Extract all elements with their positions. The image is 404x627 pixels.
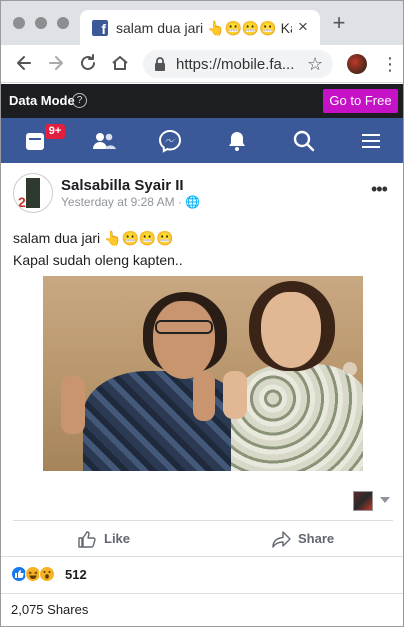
chevron-down-icon[interactable] xyxy=(380,497,390,503)
post-more-options-button[interactable]: ••• xyxy=(371,180,388,198)
tab-title: salam dua jari 👆😬😬😬 Kapal xyxy=(116,20,292,36)
menu-icon xyxy=(362,134,380,148)
author-avatar[interactable]: 2 xyxy=(13,173,53,213)
post-photo[interactable] xyxy=(43,276,363,471)
browser-tab[interactable]: f salam dua jari 👆😬😬😬 Kapal × xyxy=(80,10,320,45)
shares-count[interactable]: 2,075 Shares xyxy=(11,602,88,617)
help-icon[interactable]: ? xyxy=(72,93,87,108)
reaction-count[interactable]: 512 xyxy=(65,567,87,582)
back-icon[interactable] xyxy=(13,52,35,74)
share-as-avatar[interactable] xyxy=(353,491,373,511)
window-zoom-dot[interactable] xyxy=(57,17,69,29)
bookmark-star-icon[interactable]: ☆ xyxy=(307,53,323,75)
post-text-line1: salam dua jari 👆😬😬😬 xyxy=(13,230,174,246)
divider xyxy=(13,520,393,521)
browser-menu-icon[interactable]: ⋮ xyxy=(381,53,399,75)
nav-home[interactable]: 9+ xyxy=(11,118,65,163)
share-label: Share xyxy=(298,531,335,546)
notifications-bell-icon xyxy=(229,132,245,151)
share-button[interactable]: Share xyxy=(272,527,352,551)
lock-icon xyxy=(155,57,165,71)
facebook-favicon-icon: f xyxy=(92,20,108,36)
nav-friends[interactable] xyxy=(78,118,128,163)
new-tab-button[interactable]: + xyxy=(329,12,349,34)
divider xyxy=(1,593,403,594)
profile-avatar-icon[interactable] xyxy=(347,54,367,74)
wow-reaction-icon[interactable] xyxy=(39,566,55,582)
address-bar[interactable]: https://mobile.fa... ☆ xyxy=(143,50,333,78)
window-close-dot[interactable] xyxy=(13,17,25,29)
home-button-icon[interactable] xyxy=(109,52,131,74)
window-minimize-dot[interactable] xyxy=(35,17,47,29)
notification-count-badge: 9+ xyxy=(45,124,65,139)
tab-strip: f salam dua jari 👆😬😬😬 Kapal × + xyxy=(1,1,403,45)
friends-icon xyxy=(93,133,116,149)
like-label: Like xyxy=(104,531,131,546)
nav-search[interactable] xyxy=(279,118,329,163)
browser-toolbar: https://mobile.fa... ☆ ⋮ xyxy=(1,45,403,83)
reload-icon[interactable] xyxy=(77,52,99,74)
go-to-free-button[interactable]: Go to Free xyxy=(323,89,398,113)
share-arrow-icon xyxy=(272,531,291,548)
divider xyxy=(1,556,403,557)
nav-menu[interactable] xyxy=(346,118,396,163)
nav-notifications[interactable] xyxy=(212,118,262,163)
search-icon xyxy=(293,130,315,152)
nav-messenger[interactable] xyxy=(145,118,195,163)
post-text-line2: Kapal sudah oleng kapten.. xyxy=(13,252,183,268)
facebook-nav-bar: 9+ xyxy=(1,118,403,163)
url-text[interactable]: https://mobile.fa... xyxy=(176,56,306,73)
tab-close-button[interactable]: × xyxy=(294,17,312,37)
post-timestamp[interactable]: Yesterday at 9:28 AM · 🌐 xyxy=(61,195,200,209)
browser-window: f salam dua jari 👆😬😬😬 Kapal × + https://… xyxy=(0,0,404,627)
data-mode-bar: Data Mode ? Go to Free xyxy=(1,84,403,118)
forward-icon[interactable] xyxy=(45,52,67,74)
post-author-name[interactable]: Salsabilla Syair II xyxy=(61,177,184,194)
data-mode-label: Data Mode xyxy=(9,93,75,108)
photo-next-icon[interactable] xyxy=(343,362,357,376)
thumbs-up-icon xyxy=(78,531,96,548)
messenger-icon xyxy=(158,129,182,153)
like-button[interactable]: Like xyxy=(77,527,157,551)
